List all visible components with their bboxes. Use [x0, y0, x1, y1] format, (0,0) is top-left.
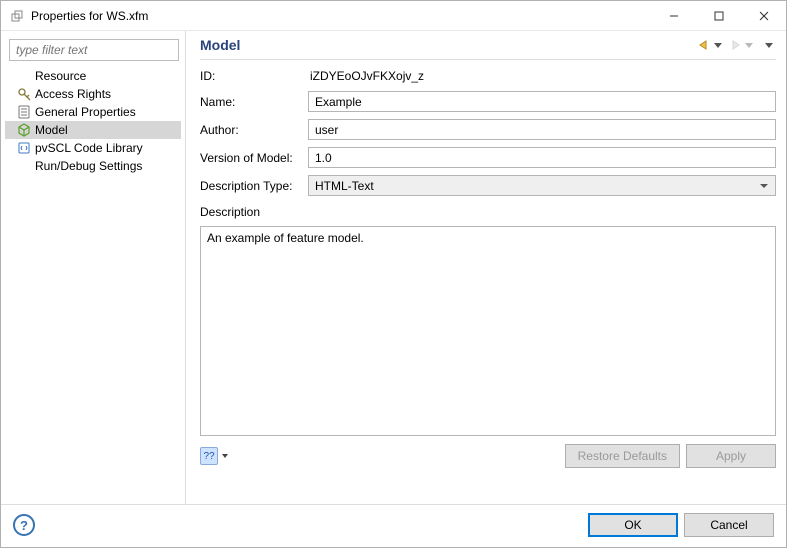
- description-type-value: HTML-Text: [315, 179, 374, 193]
- general-properties-icon: [17, 105, 31, 119]
- help-small-button[interactable]: ??: [200, 447, 218, 465]
- maximize-button[interactable]: [696, 1, 741, 30]
- model-icon: [17, 123, 31, 137]
- id-label: ID:: [200, 69, 300, 83]
- form-grid: ID: iZDYEoOJvFKXojv_z Name: Author: Vers…: [200, 68, 776, 436]
- dialog-body: Resource Access Rights General Propertie…: [1, 31, 786, 504]
- version-input[interactable]: [308, 147, 776, 168]
- sidebar-item-label: Model: [35, 123, 68, 137]
- chevron-down-icon: [765, 43, 773, 48]
- name-input[interactable]: [308, 91, 776, 112]
- chevron-down-icon: [714, 43, 722, 48]
- description-type-select[interactable]: HTML-Text: [308, 175, 776, 196]
- ok-button[interactable]: OK: [588, 513, 678, 537]
- description-label: Description: [200, 205, 300, 219]
- sidebar-item-resource[interactable]: Resource: [5, 67, 181, 85]
- nav-back-button[interactable]: [694, 37, 725, 53]
- content-footer: ?? Restore Defaults Apply: [200, 444, 776, 468]
- restore-defaults-button[interactable]: Restore Defaults: [565, 444, 680, 468]
- description-textarea[interactable]: [200, 226, 776, 436]
- minimize-button[interactable]: [651, 1, 696, 30]
- bottom-bar: ? OK Cancel: [1, 504, 786, 547]
- sidebar-tree: Resource Access Rights General Propertie…: [5, 67, 181, 175]
- page-title: Model: [200, 37, 694, 53]
- name-label: Name:: [200, 95, 300, 109]
- id-value: iZDYEoOJvFKXojv_z: [308, 68, 776, 84]
- description-type-label: Description Type:: [200, 179, 300, 193]
- chevron-down-icon: [222, 454, 228, 458]
- author-label: Author:: [200, 123, 300, 137]
- apply-button[interactable]: Apply: [686, 444, 776, 468]
- help-button[interactable]: ?: [13, 514, 35, 536]
- version-label: Version of Model:: [200, 151, 300, 165]
- sidebar-item-label: Run/Debug Settings: [35, 159, 142, 173]
- nav-forward-button[interactable]: [725, 37, 756, 53]
- code-library-icon: [17, 141, 31, 155]
- sidebar-item-label: Resource: [35, 69, 86, 83]
- chevron-down-icon: [745, 43, 753, 48]
- sidebar-item-label: Access Rights: [35, 87, 111, 101]
- sidebar-item-general-properties[interactable]: General Properties: [5, 103, 181, 121]
- sidebar-item-access-rights[interactable]: Access Rights: [5, 85, 181, 103]
- cancel-button[interactable]: Cancel: [684, 513, 774, 537]
- author-input[interactable]: [308, 119, 776, 140]
- window-title: Properties for WS.xfm: [31, 9, 651, 23]
- close-button[interactable]: [741, 1, 786, 30]
- sidebar-item-label: General Properties: [35, 105, 136, 119]
- window-corner-icon: [9, 8, 25, 24]
- sidebar-item-pvscl-code-library[interactable]: pvSCL Code Library: [5, 139, 181, 157]
- properties-dialog: Properties for WS.xfm Resource A: [0, 0, 787, 548]
- sidebar-item-run-debug-settings[interactable]: Run/Debug Settings: [5, 157, 181, 175]
- sidebar: Resource Access Rights General Propertie…: [1, 31, 186, 504]
- sidebar-item-model[interactable]: Model: [5, 121, 181, 139]
- sidebar-item-label: pvSCL Code Library: [35, 141, 143, 155]
- filter-input[interactable]: [9, 39, 179, 61]
- view-menu-button[interactable]: [760, 41, 776, 50]
- title-bar: Properties for WS.xfm: [1, 1, 786, 31]
- content-area: Model ID: iZDYEoOJvFKXojv_z Name:: [186, 31, 786, 504]
- access-rights-icon: [17, 87, 31, 101]
- content-header: Model: [200, 37, 776, 60]
